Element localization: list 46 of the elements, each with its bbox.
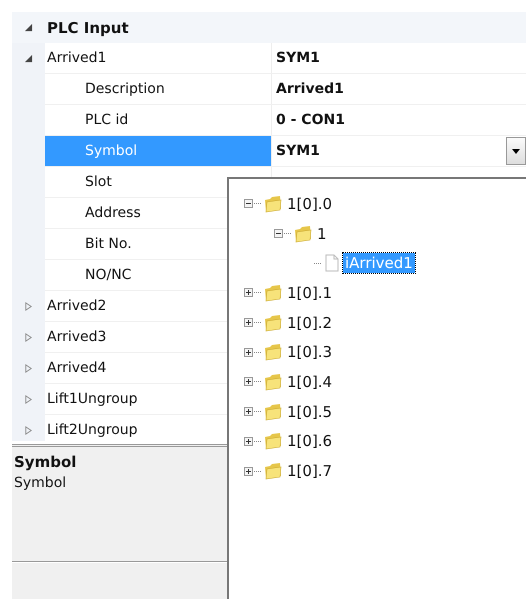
expand-arrow-icon[interactable] — [24, 426, 33, 435]
description-text: Symbol — [14, 475, 68, 491]
property-value: SYM1 — [276, 143, 320, 159]
tree-node[interactable]: 1[0].1 — [285, 282, 334, 303]
expand-icon[interactable] — [244, 318, 253, 328]
folder-icon — [264, 462, 282, 480]
expand-arrow-icon[interactable] — [24, 333, 33, 342]
tree-node[interactable]: 1[0].3 — [285, 342, 334, 362]
folder-icon — [294, 224, 312, 243]
tree-node[interactable]: 1[0].5 — [285, 402, 334, 422]
category-label: PLC Input — [46, 18, 129, 36]
tree-node[interactable]: 1[0].2 — [285, 312, 334, 333]
folder-icon — [264, 402, 282, 421]
expand-icon[interactable] — [244, 436, 253, 446]
property-name[interactable]: Arrived1 — [45, 43, 272, 74]
collapse-icon[interactable] — [244, 199, 253, 208]
folder-icon — [264, 284, 282, 302]
expand-arrow-icon[interactable] — [24, 395, 33, 404]
expand-arrow-icon[interactable] — [24, 364, 33, 373]
tree-node[interactable]: 1[0].4 — [285, 372, 334, 392]
property-value: 0 - CON1 — [276, 112, 345, 128]
folder-icon — [264, 314, 282, 332]
expand-icon[interactable] — [244, 288, 253, 298]
description-title: Symbol — [14, 453, 78, 471]
tree-node[interactable]: 1[0].6 — [285, 431, 334, 452]
expand-icon[interactable] — [244, 377, 253, 386]
expand-icon[interactable] — [244, 407, 253, 416]
folder-icon — [264, 372, 282, 391]
tree-node[interactable]: 1[0].0 — [285, 194, 334, 214]
folder-icon — [264, 432, 282, 450]
caret-icon — [512, 148, 520, 154]
collapse-arrow-icon[interactable] — [24, 23, 33, 32]
property-value: SYM1 — [276, 50, 320, 66]
tree-node[interactable]: 1[0].7 — [285, 461, 334, 482]
folder-icon — [264, 194, 282, 213]
expand-icon[interactable] — [244, 466, 253, 476]
expand-arrow-icon[interactable] — [24, 302, 33, 311]
property-value: Arrived1 — [276, 81, 344, 97]
folder-icon — [264, 343, 282, 362]
dropdown-button[interactable] — [506, 137, 526, 165]
property-name[interactable]: Description — [45, 74, 272, 105]
collapse-arrow-icon[interactable] — [24, 54, 33, 63]
collapse-icon[interactable] — [274, 229, 283, 238]
tree-node[interactable]: 1 — [315, 224, 329, 244]
document-icon — [324, 254, 340, 272]
expand-icon[interactable] — [244, 348, 253, 357]
